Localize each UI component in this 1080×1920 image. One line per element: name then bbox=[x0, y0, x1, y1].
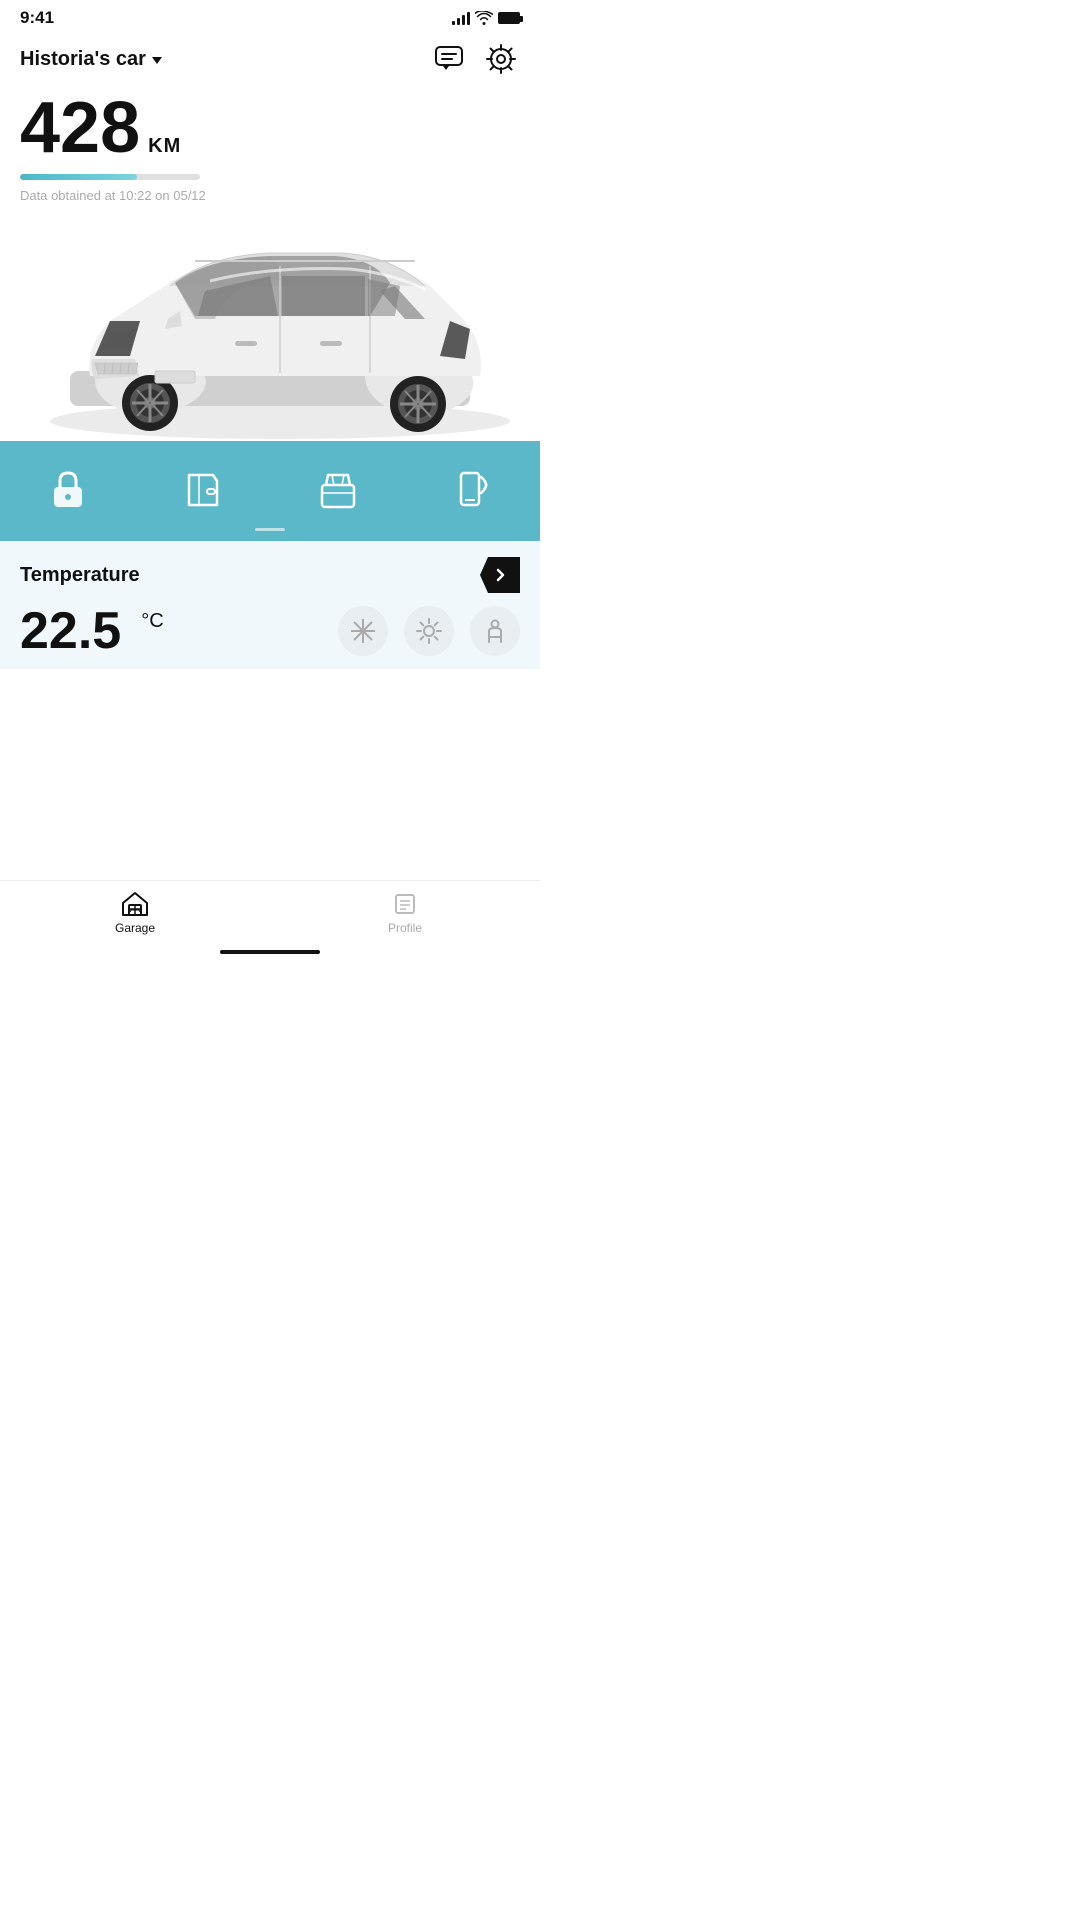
temperature-mode-icons bbox=[338, 606, 520, 656]
range-value: 428 KM bbox=[20, 92, 520, 164]
nav-label-profile: Profile bbox=[388, 921, 422, 935]
phone-key-button[interactable] bbox=[443, 459, 503, 519]
nav-item-garage[interactable]: Garage bbox=[0, 891, 270, 935]
temperature-value: 22.5 bbox=[20, 605, 121, 657]
door-button[interactable] bbox=[173, 459, 233, 519]
signal-icon bbox=[452, 11, 470, 25]
bottom-nav: Garage Profile bbox=[0, 880, 540, 960]
wifi-icon bbox=[475, 11, 493, 25]
header: Historia's car bbox=[0, 32, 540, 88]
status-bar: 9:41 bbox=[0, 0, 540, 32]
status-icons bbox=[452, 11, 520, 25]
temperature-unit: °C bbox=[141, 610, 163, 633]
range-timestamp: Data obtained at 10:22 on 05/12 bbox=[20, 188, 520, 203]
battery-icon bbox=[498, 12, 520, 24]
status-time: 9:41 bbox=[20, 8, 54, 28]
controls-bar bbox=[0, 441, 540, 541]
car-illustration bbox=[10, 211, 530, 441]
car-name: Historia's car bbox=[20, 48, 146, 71]
cool-mode-button[interactable] bbox=[338, 606, 388, 656]
profile-icon bbox=[392, 891, 418, 917]
range-section: 428 KM Data obtained at 10:22 on 05/12 bbox=[0, 88, 540, 211]
header-icon-group bbox=[430, 40, 520, 78]
dropdown-arrow-icon bbox=[152, 57, 162, 64]
range-unit: KM bbox=[148, 135, 181, 158]
trunk-button[interactable] bbox=[308, 459, 368, 519]
home-indicator bbox=[220, 950, 320, 954]
car-image bbox=[0, 211, 540, 441]
temperature-value-row: 22.5 °C bbox=[0, 605, 540, 669]
lock-button[interactable] bbox=[38, 459, 98, 519]
nav-item-profile[interactable]: Profile bbox=[270, 891, 540, 935]
heat-mode-button[interactable] bbox=[404, 606, 454, 656]
nav-label-garage: Garage bbox=[115, 921, 155, 935]
car-selector[interactable]: Historia's car bbox=[20, 48, 162, 71]
range-number: 428 bbox=[20, 92, 140, 164]
settings-button[interactable] bbox=[482, 40, 520, 78]
garage-icon bbox=[121, 891, 149, 917]
temperature-header: Temperature bbox=[0, 541, 540, 605]
temperature-detail-button[interactable] bbox=[480, 557, 520, 593]
range-bar bbox=[20, 174, 200, 180]
chat-button[interactable] bbox=[430, 40, 468, 78]
range-bar-fill bbox=[20, 174, 137, 180]
seat-mode-button[interactable] bbox=[470, 606, 520, 656]
temperature-section: Temperature 22.5 °C bbox=[0, 541, 540, 669]
temperature-title: Temperature bbox=[20, 564, 140, 587]
